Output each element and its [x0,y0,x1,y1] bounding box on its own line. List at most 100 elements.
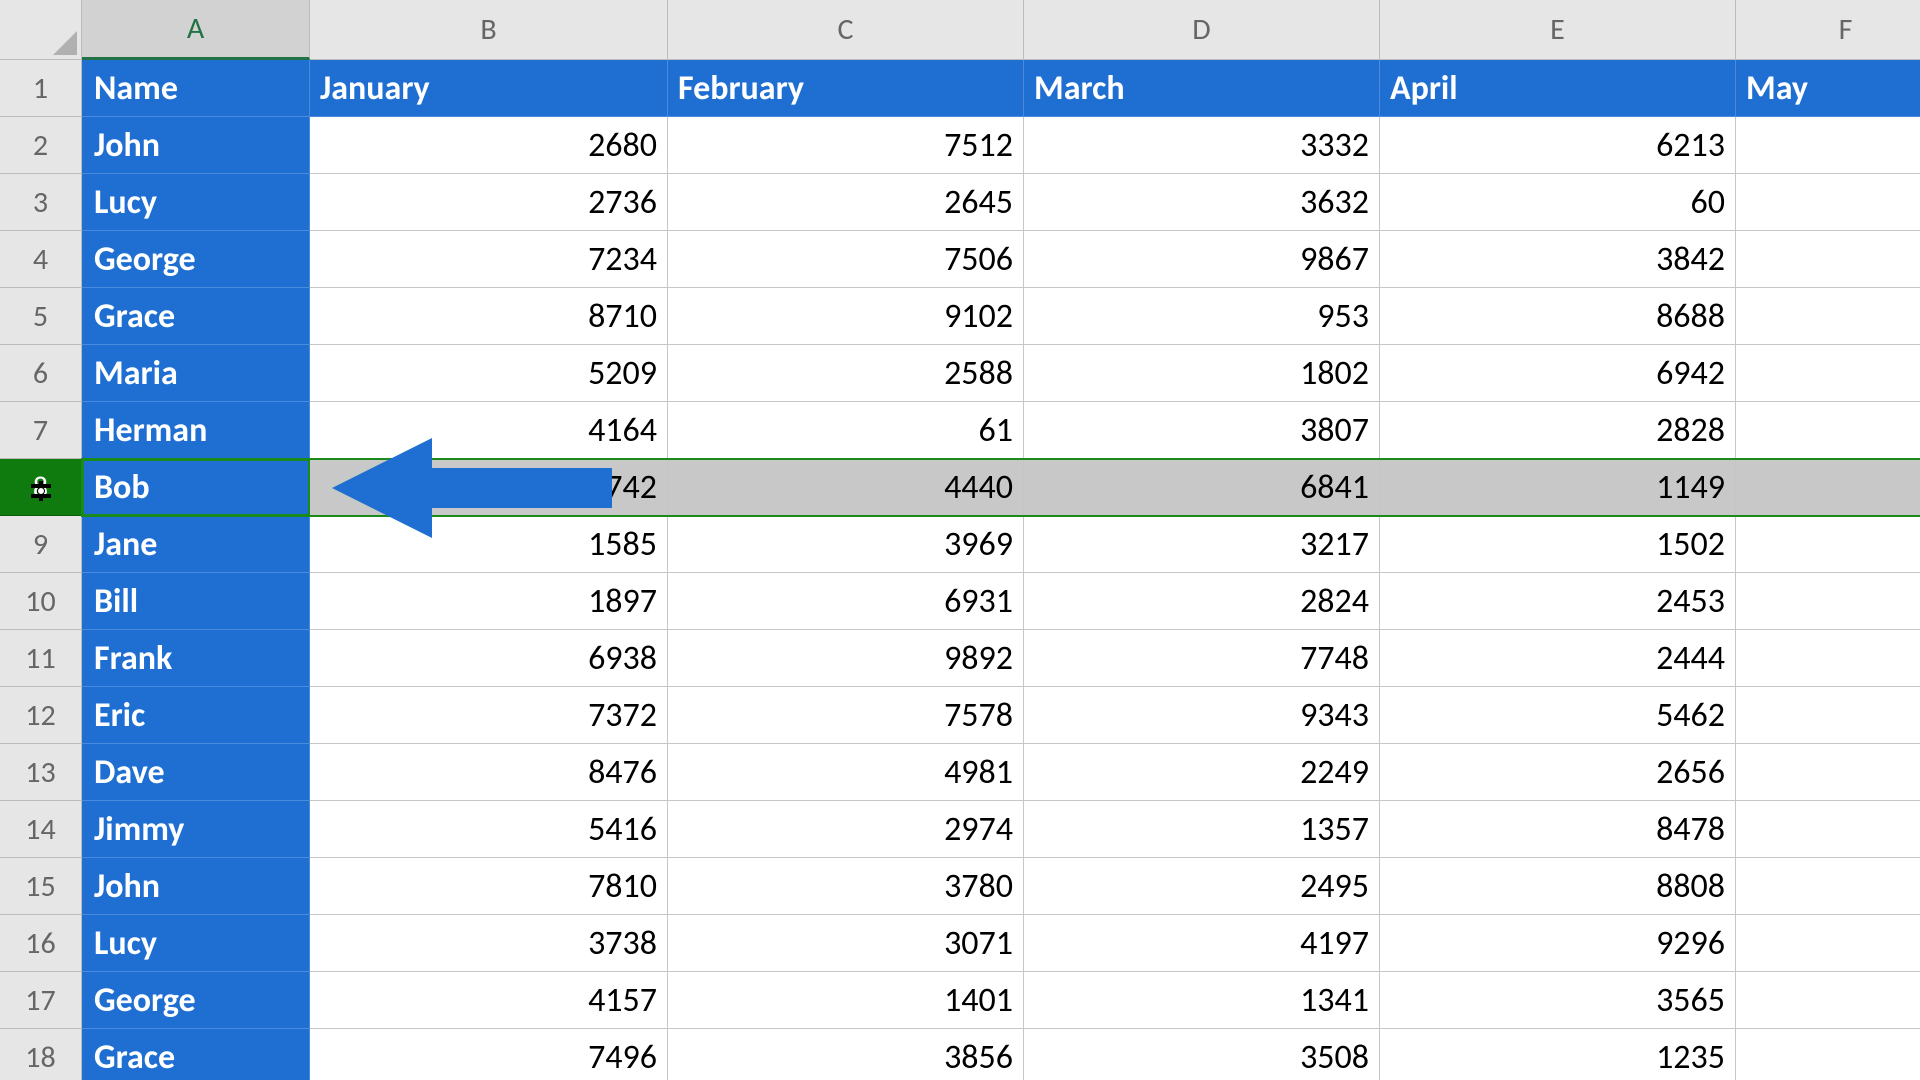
value-cell[interactable]: 3807 [1024,402,1380,459]
value-cell[interactable]: 2656 [1380,744,1736,801]
value-cell[interactable]: 2444 [1380,630,1736,687]
value-cell[interactable]: 2680 [310,117,668,174]
value-cell[interactable]: 7496 [310,1029,668,1080]
value-cell[interactable] [1736,231,1920,288]
value-cell[interactable]: 4164 [310,402,668,459]
value-cell[interactable] [1736,117,1920,174]
value-cell[interactable]: 5462 [1380,687,1736,744]
value-cell[interactable]: 2736 [310,174,668,231]
row-header-17[interactable]: 17 [0,972,82,1029]
name-cell[interactable]: George [82,231,310,288]
value-cell[interactable]: 8478 [1380,801,1736,858]
value-cell[interactable]: 3565 [1380,972,1736,1029]
value-cell[interactable] [1736,915,1920,972]
value-cell[interactable]: 1401 [668,972,1024,1029]
value-cell[interactable]: 3071 [668,915,1024,972]
row-header-16[interactable]: 16 [0,915,82,972]
row-header-11[interactable]: 11 [0,630,82,687]
value-cell[interactable]: 3842 [1380,231,1736,288]
value-cell[interactable]: 5209 [310,345,668,402]
value-cell[interactable]: 2974 [668,801,1024,858]
value-cell[interactable]: 7234 [310,231,668,288]
value-cell[interactable]: 9892 [668,630,1024,687]
value-cell[interactable]: 7578 [668,687,1024,744]
value-cell[interactable]: 1502 [1380,516,1736,573]
col-header-D[interactable]: D [1024,0,1380,60]
name-cell[interactable]: Jimmy [82,801,310,858]
value-cell[interactable]: 3738 [310,915,668,972]
value-cell[interactable] [1736,402,1920,459]
name-cell[interactable]: Maria [82,345,310,402]
value-cell[interactable]: 3969 [668,516,1024,573]
row-header-9[interactable]: 9 [0,516,82,573]
value-cell[interactable]: 3632 [1024,174,1380,231]
value-cell[interactable]: 3332 [1024,117,1380,174]
col-header-F[interactable]: F [1736,0,1920,60]
value-cell[interactable]: 7748 [1024,630,1380,687]
value-cell[interactable]: 2453 [1380,573,1736,630]
value-cell[interactable] [1736,516,1920,573]
name-cell[interactable]: John [82,858,310,915]
row-header-5[interactable]: 5 [0,288,82,345]
col-header-B[interactable]: B [310,0,668,60]
value-cell[interactable]: 60 [1380,174,1736,231]
value-cell[interactable] [1736,972,1920,1029]
name-cell[interactable]: Herman [82,402,310,459]
value-cell[interactable]: 6942 [1380,345,1736,402]
value-cell[interactable] [1736,174,1920,231]
header-month[interactable]: April [1380,60,1736,117]
value-cell[interactable]: 7506 [668,231,1024,288]
value-cell[interactable]: 742 [310,459,668,516]
value-cell[interactable]: 2588 [668,345,1024,402]
name-cell[interactable]: Eric [82,687,310,744]
row-header-13[interactable]: 13 [0,744,82,801]
value-cell[interactable]: 1802 [1024,345,1380,402]
name-cell[interactable]: John [82,117,310,174]
value-cell[interactable]: 6931 [668,573,1024,630]
name-cell[interactable]: Grace [82,288,310,345]
value-cell[interactable]: 6213 [1380,117,1736,174]
header-month[interactable]: January [310,60,668,117]
row-header-7[interactable]: 7 [0,402,82,459]
value-cell[interactable]: 3856 [668,1029,1024,1080]
header-name[interactable]: Name [82,60,310,117]
col-header-C[interactable]: C [668,0,1024,60]
value-cell[interactable]: 2249 [1024,744,1380,801]
name-cell[interactable]: George [82,972,310,1029]
value-cell[interactable]: 7512 [668,117,1024,174]
select-all-corner[interactable] [0,0,82,60]
col-header-E[interactable]: E [1380,0,1736,60]
header-month[interactable]: February [668,60,1024,117]
value-cell[interactable]: 3508 [1024,1029,1380,1080]
value-cell[interactable]: 4981 [668,744,1024,801]
value-cell[interactable]: 2495 [1024,858,1380,915]
header-month[interactable]: May [1736,60,1920,117]
value-cell[interactable]: 4157 [310,972,668,1029]
value-cell[interactable]: 8808 [1380,858,1736,915]
name-cell[interactable]: Frank [82,630,310,687]
value-cell[interactable]: 6841 [1024,459,1380,516]
value-cell[interactable] [1736,459,1920,516]
value-cell[interactable]: 3217 [1024,516,1380,573]
value-cell[interactable]: 7810 [310,858,668,915]
row-header-12[interactable]: 12 [0,687,82,744]
value-cell[interactable]: 1149 [1380,459,1736,516]
value-cell[interactable]: 9296 [1380,915,1736,972]
value-cell[interactable]: 4440 [668,459,1024,516]
value-cell[interactable]: 7372 [310,687,668,744]
row-header-1[interactable]: 1 [0,60,82,117]
name-cell[interactable]: Lucy [82,174,310,231]
value-cell[interactable]: 5416 [310,801,668,858]
value-cell[interactable]: 61 [668,402,1024,459]
name-cell[interactable]: Lucy [82,915,310,972]
col-header-A[interactable]: A [82,0,310,60]
value-cell[interactable]: 9102 [668,288,1024,345]
row-header-3[interactable]: 3 [0,174,82,231]
row-header-14[interactable]: 14 [0,801,82,858]
row-header-15[interactable]: 15 [0,858,82,915]
value-cell[interactable]: 2645 [668,174,1024,231]
row-header-4[interactable]: 4 [0,231,82,288]
value-cell[interactable]: 9867 [1024,231,1380,288]
value-cell[interactable]: 2824 [1024,573,1380,630]
value-cell[interactable] [1736,858,1920,915]
